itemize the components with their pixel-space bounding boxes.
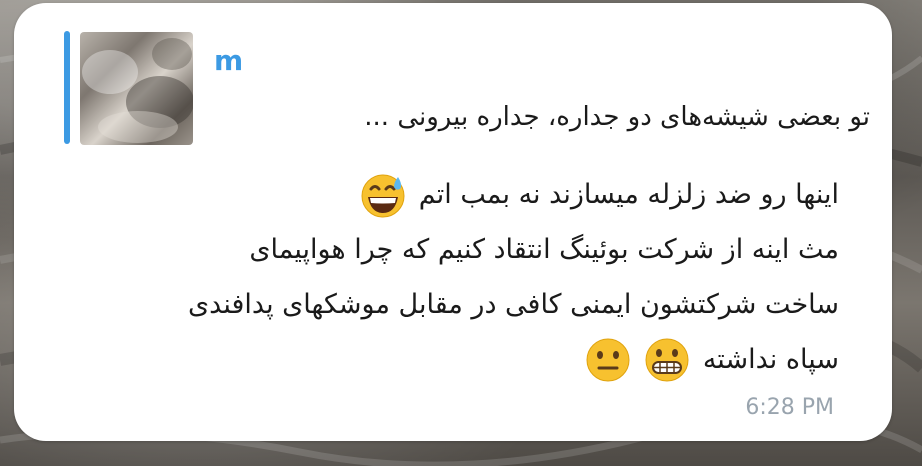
message-text: اینها رو ضد زلزله میسازند نه بمب اتم مث … <box>49 166 839 386</box>
message-line-3-text: ساخت شرکتشون ایمنی کافی در مقابل موشکهای… <box>188 289 839 320</box>
message-line-1: اینها رو ضد زلزله میسازند نه بمب اتم <box>49 166 839 221</box>
reply-thumbnail[interactable] <box>80 32 193 145</box>
blurred-photo-icon <box>82 38 193 143</box>
reply-text: تو بعضی شیشه‌های دو جداره، جداره بیرونی … <box>364 102 870 132</box>
reply-preview[interactable]: m تو بعضی شیشه‌های دو جداره، جداره بیرون… <box>64 31 884 146</box>
message-line-3: ساخت شرکتشون ایمنی کافی در مقابل موشکهای… <box>49 276 839 331</box>
grinning-sweat-emoji <box>359 171 407 219</box>
message-bubble[interactable]: m تو بعضی شیشه‌های دو جداره، جداره بیرون… <box>14 3 892 441</box>
message-line-4-text: سپاه نداشته <box>702 344 839 375</box>
message-line-4: سپاه نداشته <box>49 331 839 386</box>
message-timestamp: 6:28 PM <box>745 395 834 420</box>
neutral-face-emoji <box>584 336 632 384</box>
message-line-2-text: مث اینه از شرکت بوئینگ انتقاد کنیم که چر… <box>249 234 839 265</box>
grimacing-emoji <box>643 336 691 384</box>
message-line-2: مث اینه از شرکت بوئینگ انتقاد کنیم که چر… <box>49 221 839 276</box>
message-line-1-text: اینها رو ضد زلزله میسازند نه بمب اتم <box>418 179 839 210</box>
reply-accent-bar <box>64 31 70 144</box>
reply-sender-name: m <box>214 44 244 77</box>
